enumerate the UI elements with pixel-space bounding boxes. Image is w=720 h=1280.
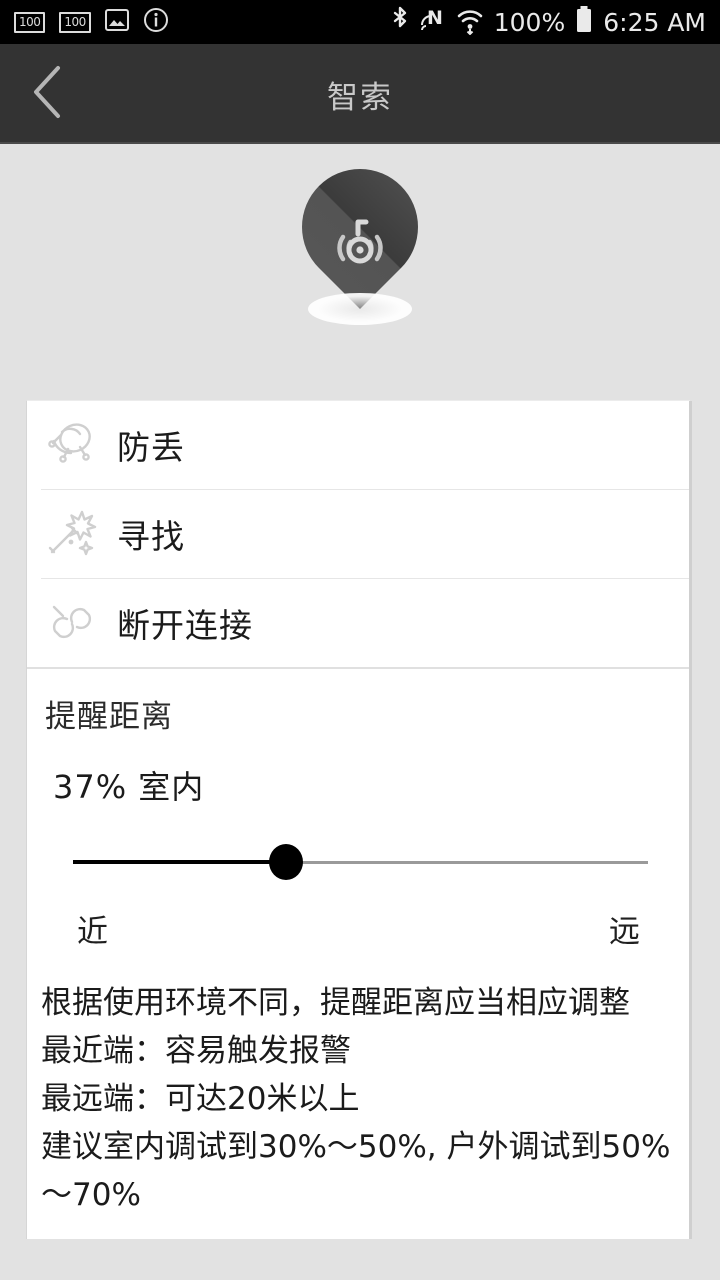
slider-end-labels: 近 远 <box>77 906 640 951</box>
alert-distance-value: 37% 室内 <box>53 768 205 806</box>
bluetooth-icon <box>390 5 410 39</box>
alert-distance-slider[interactable] <box>73 830 648 896</box>
action-label-disconnect: 断开连接 <box>117 606 253 645</box>
slider-label-far: 远 <box>609 914 640 950</box>
battery-100-badge-2-icon: 100 <box>59 11 91 33</box>
status-bar-right-icons: N 100% 6:25 AM <box>390 5 706 39</box>
wifi-icon <box>456 5 484 39</box>
action-row-disconnect[interactable]: 断开连接 <box>27 579 690 667</box>
action-row-anti-lost[interactable]: 防丢 <box>27 401 690 489</box>
action-row-find[interactable]: 寻找 <box>27 490 690 578</box>
description-section: 根据使用环境不同，提醒距离应当相应调整 最近端：容易触发报警 最远端：可达20米… <box>27 951 690 1239</box>
image-icon <box>104 9 129 35</box>
settings-card: 防丢 寻找 断开连接 提醒距离 37% 室内 近 远 根据使用环境不同，提醒距离… <box>26 400 692 1240</box>
description-line-3: 最远端：可达20米以上 <box>41 1081 360 1118</box>
action-label-anti-lost: 防丢 <box>117 428 185 467</box>
slider-label-near: 近 <box>77 914 108 950</box>
status-bar: 100 100 N 100% 6:25 AM <box>0 0 720 44</box>
parachute-anti-lost-icon <box>41 414 103 476</box>
action-label-find: 寻找 <box>117 517 185 556</box>
alert-distance-section: 提醒距离 37% 室内 近 远 <box>27 669 690 951</box>
description-line-1: 根据使用环境不同，提醒距离应当相应调整 <box>41 985 630 1021</box>
app-bar: 智索 <box>0 44 720 144</box>
map-pin-device-icon <box>277 144 443 325</box>
slider-thumb[interactable] <box>268 844 303 880</box>
info-icon <box>143 7 169 37</box>
device-logo-glyph <box>337 219 383 264</box>
nfc-icon: N <box>420 5 446 39</box>
battery-full-icon <box>575 5 593 39</box>
slider-track[interactable] <box>73 860 648 864</box>
slider-track-fill <box>73 860 286 864</box>
pin-shadow <box>308 293 412 325</box>
battery-100-badge-1-icon: 100 <box>14 11 46 33</box>
battery-percent-label: 100% <box>493 7 566 37</box>
description-line-4: 建议室内调试到30%～50%, 户外调试到50%～70% <box>41 1129 671 1214</box>
broken-link-disconnect-icon <box>41 592 103 654</box>
description-line-2: 最近端：容易触发报警 <box>41 1033 351 1070</box>
alert-distance-title: 提醒距离 <box>45 699 173 735</box>
hero-section <box>0 144 720 394</box>
page-title: 智索 <box>327 79 393 116</box>
status-bar-left-icons: 100 100 <box>14 7 169 37</box>
clock-label: 6:25 AM <box>603 7 706 37</box>
magic-wand-find-icon <box>41 503 103 565</box>
svg-text:N: N <box>427 7 443 29</box>
